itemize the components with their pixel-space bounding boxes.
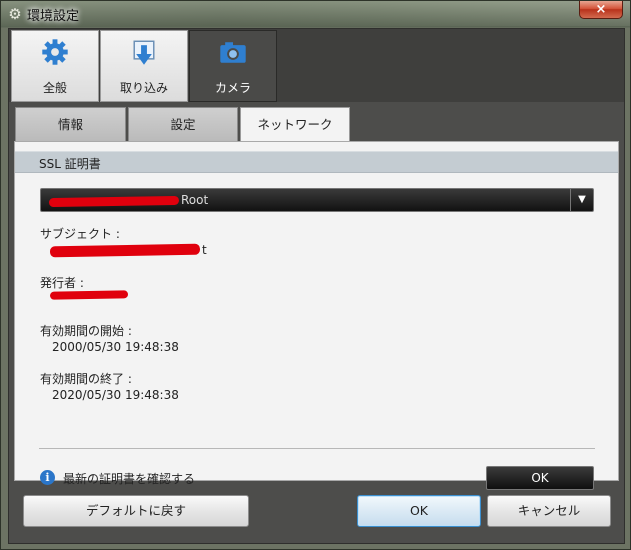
subtab-settings[interactable]: 設定 (128, 107, 238, 143)
redaction-mark (49, 290, 129, 300)
redaction-mark (48, 195, 180, 208)
subject-value: t (202, 243, 207, 257)
subtab-info[interactable]: 情報 (15, 107, 126, 143)
category-tabs: 全般 取り込み カメラ (9, 29, 624, 102)
import-icon (133, 40, 155, 65)
tab-general-label: 全般 (42, 81, 67, 95)
valid-to-value: 2020/05/30 19:48:38 (52, 388, 179, 402)
ssl-section-header: SSL 証明書 (15, 151, 618, 173)
info-icon: i (40, 470, 55, 485)
tab-camera[interactable]: カメラ (189, 30, 277, 102)
certificate-select-value: Root (181, 193, 209, 207)
window-title: 環境設定 (27, 9, 80, 24)
valid-from-label: 有効期間の開始 : (40, 324, 132, 338)
restore-defaults-button[interactable]: デフォルトに戻す (23, 495, 249, 527)
tab-import-label: 取り込み (119, 81, 168, 95)
cancel-button[interactable]: キャンセル (487, 495, 611, 527)
check-certificate-ok-button[interactable]: OK (486, 466, 594, 490)
ok-button[interactable]: OK (357, 495, 481, 527)
subject-label: サブジェクト : (40, 227, 120, 241)
issuer-label: 発行者 : (40, 276, 84, 290)
network-panel: SSL 証明書 Root ▼ サブジェクト : t 発行者 : 有効期間の開始 … (14, 141, 619, 490)
ssl-section-title: SSL 証明書 (39, 157, 101, 171)
title-bar[interactable]: ⚙ 環境設定 × (1, 1, 631, 27)
subtabs: 情報 設定 ネットワーク (12, 102, 621, 144)
redaction-mark (49, 243, 201, 258)
subtab-network[interactable]: ネットワーク (240, 107, 350, 144)
check-latest-certificate-text: 最新の証明書を確認する (63, 472, 196, 486)
valid-to-label: 有効期間の終了 : (40, 372, 132, 386)
valid-from-value: 2000/05/30 19:48:38 (52, 340, 179, 354)
close-button[interactable]: × (579, 1, 623, 19)
gear-icon (42, 39, 68, 65)
tab-import[interactable]: 取り込み (100, 30, 188, 102)
tab-camera-label: カメラ (214, 81, 251, 95)
camera-icon (220, 42, 246, 63)
client-area: 全般 取り込み カメラ 情報 設定 ネットワーク SSL 証明書 Root ▼ … (8, 28, 625, 544)
certificate-select[interactable]: Root ▼ (40, 188, 594, 212)
chevron-down-icon[interactable]: ▼ (570, 189, 593, 211)
divider (39, 448, 595, 449)
preferences-window: ⚙ 環境設定 × 全般 取り込み カメラ 情報 設定 ネットワーク SSL 証明… (0, 0, 631, 550)
tab-general[interactable]: 全般 (11, 30, 99, 102)
gear-icon: ⚙ (8, 5, 22, 23)
